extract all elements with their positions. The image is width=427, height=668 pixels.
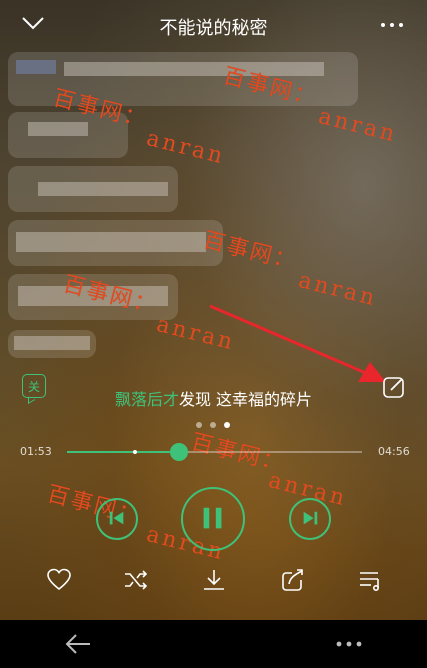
comment-item[interactable] (8, 112, 128, 158)
blurred-text (28, 122, 88, 136)
skip-previous-icon (109, 511, 124, 525)
download-icon[interactable] (201, 567, 227, 593)
song-title: 不能说的秘密 (159, 18, 268, 39)
comment-item[interactable] (8, 330, 96, 358)
system-nav-bar (0, 620, 427, 668)
more-dots-icon[interactable] (379, 14, 405, 36)
comment-item[interactable] (8, 166, 178, 212)
top-bar: 不能说的秘密 (0, 0, 427, 50)
progress-fill (67, 451, 180, 453)
comment-item[interactable] (8, 52, 358, 106)
edit-icon[interactable] (382, 375, 406, 399)
lyric-toggle-button[interactable]: 关 (22, 374, 46, 398)
buffer-mark (132, 450, 137, 454)
lyric-highlight: 飘落后才 (114, 390, 179, 409)
watermark-text: anran (143, 126, 228, 170)
playlist-icon[interactable] (358, 567, 384, 593)
annotation-arrow (209, 304, 386, 382)
blurred-avatar (16, 60, 56, 74)
watermark-text: anran (295, 268, 380, 312)
lyric-rest: 发现 这幸福的碎片 (178, 390, 313, 409)
blurred-text (16, 232, 206, 252)
lyric-toggle-label: 关 (27, 379, 40, 394)
watermark-text: anran (315, 104, 400, 148)
total-time: 04:56 (378, 445, 410, 458)
shuffle-icon[interactable] (123, 567, 149, 593)
blurred-text (18, 286, 168, 306)
pause-button[interactable] (181, 487, 245, 551)
skip-next-icon (303, 511, 318, 525)
more-dots-icon[interactable] (334, 636, 364, 652)
comment-item[interactable] (8, 274, 178, 320)
next-button[interactable] (289, 498, 331, 540)
page-dot-active[interactable] (224, 422, 230, 428)
page-indicator (192, 420, 236, 430)
chevron-down-icon[interactable] (20, 12, 46, 34)
player-screen: 不能说的秘密 百事网： anran 百事网： anran 百事网： anran … (0, 0, 427, 620)
pause-icon (203, 507, 222, 529)
blurred-text (38, 182, 168, 196)
heart-icon[interactable] (46, 567, 72, 593)
page-dot[interactable] (196, 422, 202, 428)
blurred-text (14, 336, 90, 350)
current-lyric: 飘落后才发现 这幸福的碎片 (0, 386, 427, 410)
previous-button[interactable] (96, 498, 138, 540)
page-dot[interactable] (210, 422, 216, 428)
blurred-text (64, 62, 324, 76)
arrow-left-icon[interactable] (64, 632, 92, 656)
share-icon[interactable] (280, 567, 306, 593)
progress-slider[interactable] (67, 443, 362, 461)
progress-thumb[interactable] (170, 443, 189, 461)
comment-item[interactable] (8, 220, 223, 266)
elapsed-time: 01:53 (20, 445, 52, 458)
